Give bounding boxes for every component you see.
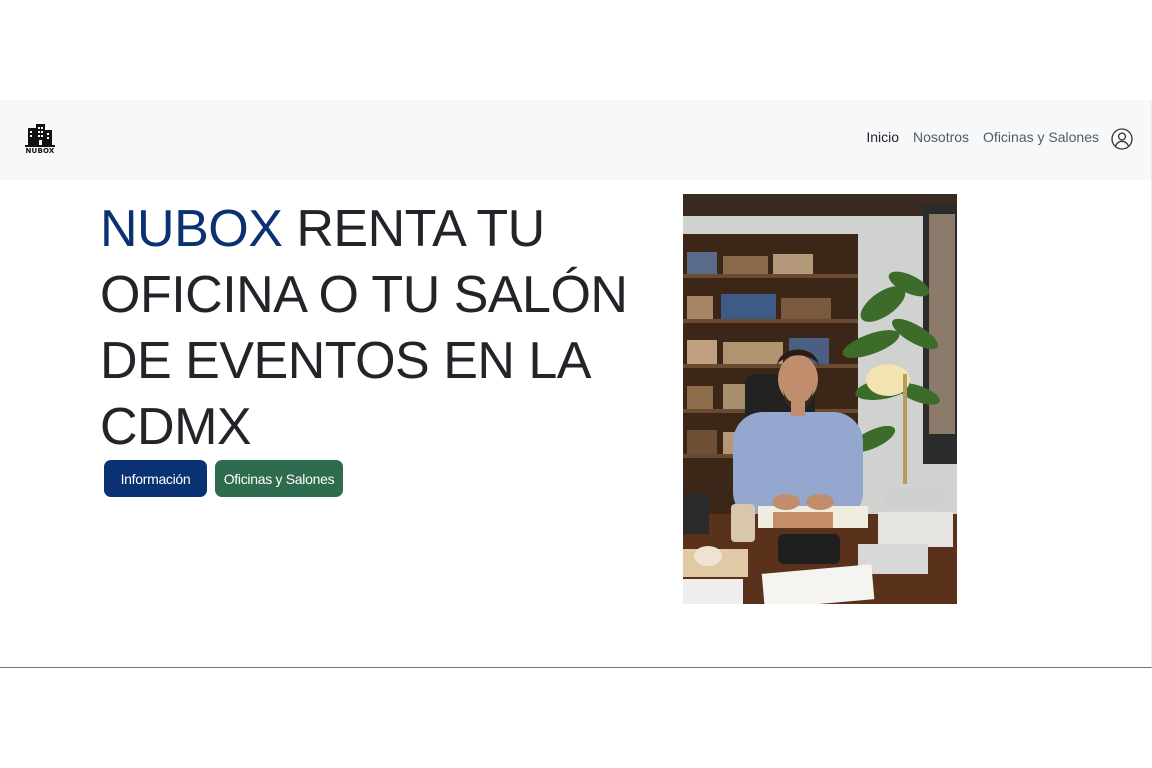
nav-links: Inicio Nosotros Oficinas y Salones <box>866 129 1099 145</box>
user-circle-icon[interactable] <box>1111 128 1133 150</box>
hero-photo <box>683 194 957 604</box>
hero-title: NUBOX RENTA TU OFICINA O TU SALÓN DE EVE… <box>100 196 640 460</box>
page-frame: NUBOX Inicio Nosotros Oficinas y Salones… <box>0 100 1152 668</box>
oficinas-salones-button[interactable]: Oficinas y Salones <box>215 460 343 497</box>
navbar: NUBOX Inicio Nosotros Oficinas y Salones <box>0 100 1151 180</box>
nav-item-oficinas-y-salones[interactable]: Oficinas y Salones <box>983 129 1099 145</box>
nav-item-inicio[interactable]: Inicio <box>866 129 899 145</box>
building-logo-icon <box>25 124 55 147</box>
hero-title-brand: NUBOX <box>100 200 283 258</box>
nav-item-nosotros[interactable]: Nosotros <box>913 129 969 145</box>
brand-name: NUBOX <box>25 147 55 155</box>
informacion-button[interactable]: Información <box>104 460 207 497</box>
brand-logo[interactable]: NUBOX <box>24 122 56 158</box>
